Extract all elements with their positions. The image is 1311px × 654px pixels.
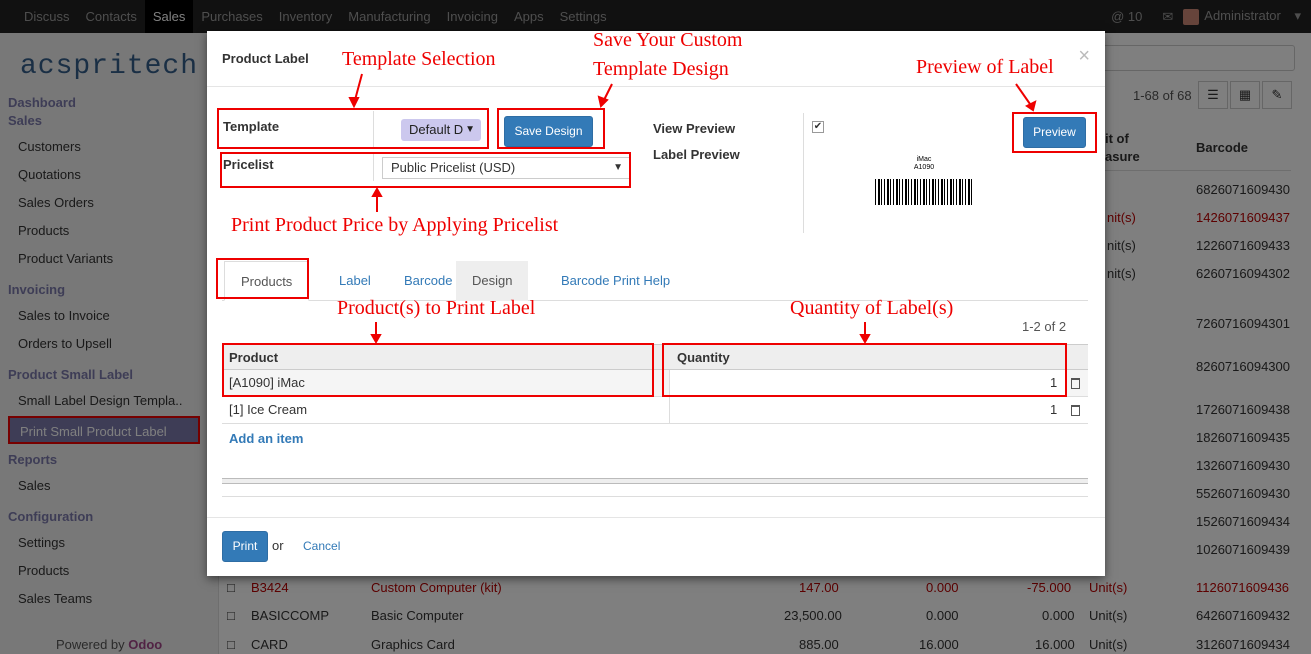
view-preview-checkbox[interactable]: ✔ bbox=[812, 121, 824, 133]
annotation-quantity-of-labels: Quantity of Label(s) bbox=[790, 297, 954, 319]
delete-icon[interactable] bbox=[1071, 378, 1080, 389]
modal-backdrop-bottom bbox=[0, 576, 1311, 654]
label-preview-label: Label Preview bbox=[653, 147, 740, 162]
close-icon[interactable]: × bbox=[1078, 45, 1090, 68]
dialog-footer: Print or Cancel bbox=[207, 517, 1105, 576]
add-item-link[interactable]: Add an item bbox=[229, 431, 303, 446]
print-button[interactable]: Print bbox=[222, 531, 268, 562]
tab-label[interactable]: Label bbox=[323, 261, 387, 301]
view-preview-label: View Preview bbox=[653, 121, 736, 136]
annotation-box-product-column bbox=[222, 343, 654, 397]
table-footer-separator bbox=[222, 478, 1088, 484]
preview-product-code: A1090 bbox=[913, 164, 935, 171]
annotation-save-custom-1: Save Your Custom bbox=[593, 29, 743, 51]
annotation-box-products-tab bbox=[216, 258, 309, 299]
annotation-box-template bbox=[217, 108, 489, 149]
annotation-box-preview bbox=[1012, 112, 1097, 153]
preview-barcode-image bbox=[875, 179, 973, 205]
divider bbox=[222, 496, 1088, 497]
or-text: or bbox=[272, 538, 284, 553]
tab-barcode-print-help[interactable]: Barcode Print Help bbox=[545, 261, 686, 301]
annotation-box-save-design bbox=[497, 108, 605, 149]
dialog-title: Product Label bbox=[222, 51, 309, 66]
preview-product-name: iMac bbox=[916, 156, 932, 163]
delete-icon[interactable] bbox=[1071, 405, 1080, 416]
annotation-preview-of-label: Preview of Label bbox=[916, 56, 1054, 78]
divider bbox=[803, 113, 804, 233]
cancel-link[interactable]: Cancel bbox=[303, 539, 340, 553]
line-quantity[interactable]: 1 bbox=[1050, 397, 1057, 423]
tab-design[interactable]: Design bbox=[456, 261, 529, 301]
annotation-save-custom-2: Template Design bbox=[593, 58, 729, 80]
line-product[interactable]: [1] Ice Cream bbox=[229, 397, 307, 423]
table-row[interactable]: [1] Ice Cream 1 bbox=[222, 397, 1088, 424]
annotation-print-price: Print Product Price by Applying Pricelis… bbox=[231, 214, 559, 236]
notebook-tabs: Products Label Barcode Design Barcode Pr… bbox=[222, 261, 1088, 301]
lines-pager: 1-2 of 2 bbox=[1022, 319, 1067, 334]
annotation-box-pricelist bbox=[220, 152, 631, 188]
annotation-products-to-print: Product(s) to Print Label bbox=[337, 297, 536, 319]
annotation-template-selection: Template Selection bbox=[342, 48, 496, 70]
annotation-box-quantity-column bbox=[662, 343, 1067, 397]
